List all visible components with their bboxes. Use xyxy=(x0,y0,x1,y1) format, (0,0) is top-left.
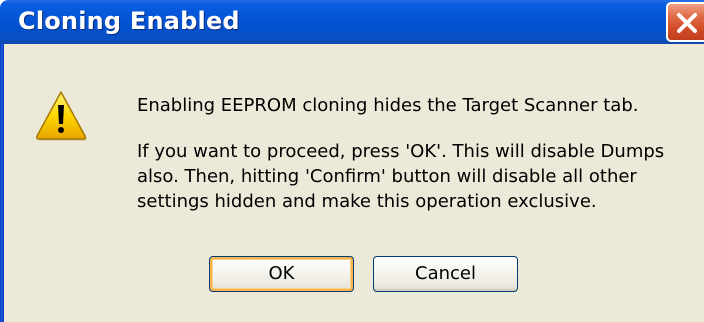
dialog-body: Enabling EEPROM cloning hides the Target… xyxy=(4,44,704,322)
message-primary: Enabling EEPROM cloning hides the Target… xyxy=(137,95,639,116)
close-button[interactable] xyxy=(666,2,704,42)
dialog-window: Cloning Enabled Enabling EEPROM cloning … xyxy=(0,0,704,322)
warning-icon xyxy=(34,88,88,146)
cancel-button[interactable]: Cancel xyxy=(373,256,518,292)
ok-button[interactable]: OK xyxy=(209,256,354,292)
message-details: If you want to proceed, press 'OK'. This… xyxy=(137,141,665,212)
dialog-title: Cloning Enabled xyxy=(18,7,240,35)
close-icon xyxy=(677,13,697,33)
title-bar[interactable]: Cloning Enabled xyxy=(0,0,704,44)
